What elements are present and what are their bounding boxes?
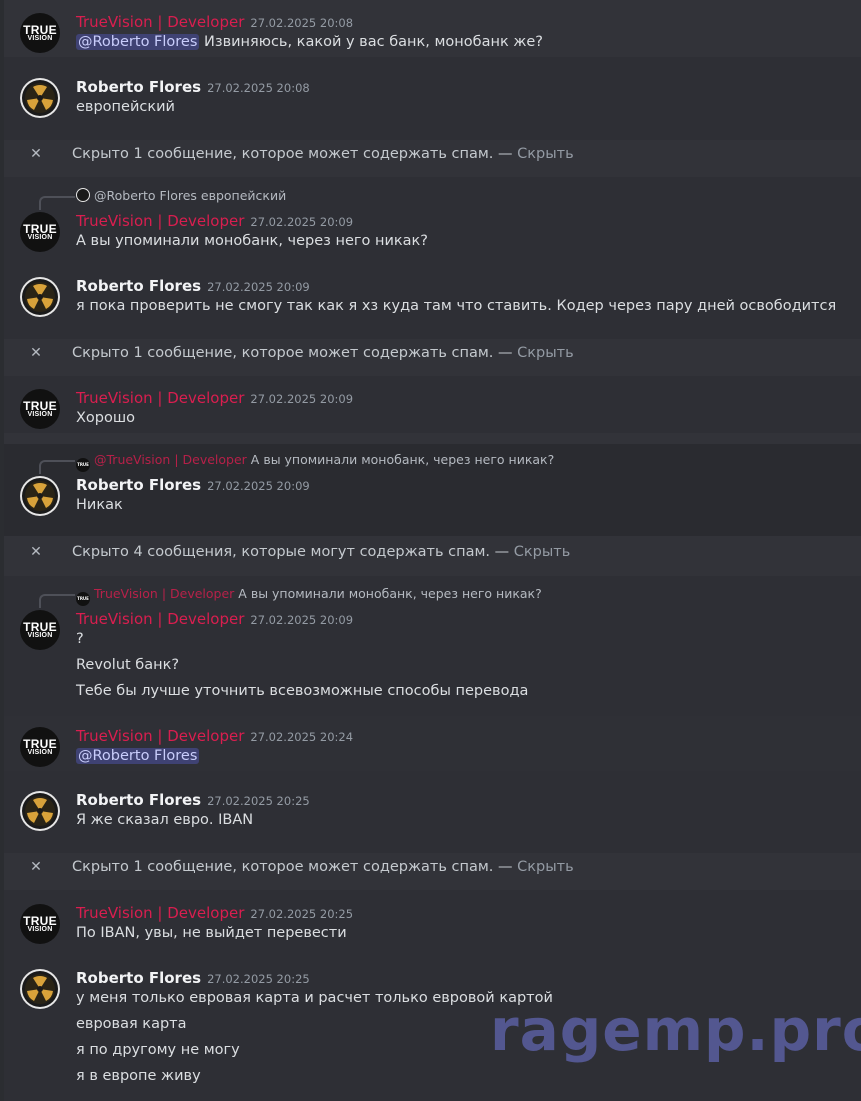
message-header: Roberto Flores 27.02.2025 20:09 (76, 475, 310, 495)
close-icon[interactable]: ✕ (30, 545, 42, 559)
spam-notice: ✕ Скрыто 1 сообщение, которое может соде… (30, 859, 574, 875)
message-header: Roberto Flores 27.02.2025 20:09 (76, 276, 310, 296)
avatar[interactable]: TRUE VISION (20, 212, 60, 252)
message-text: европейский (76, 99, 175, 115)
avatar[interactable]: TRUE VISION (20, 727, 60, 767)
avatar[interactable] (20, 476, 60, 516)
username[interactable]: TrueVision | Developer (76, 389, 244, 407)
username[interactable]: TrueVision | Developer (76, 212, 244, 230)
message-text: ? (76, 631, 84, 647)
username[interactable]: Roberto Flores (76, 476, 201, 494)
message-header: TrueVision | Developer 27.02.2025 20:09 (76, 388, 353, 408)
message-text: @Roberto Flores (76, 748, 200, 764)
username[interactable]: TrueVision | Developer (76, 13, 244, 31)
message-row[interactable]: Roberto Flores 27.02.2025 20:09 я пока пр… (4, 257, 861, 339)
message-header: TrueVision | Developer 27.02.2025 20:08 (76, 12, 353, 32)
timestamp[interactable]: 27.02.2025 20:08 (207, 81, 310, 95)
message-row[interactable]: TRUE VISION TrueVision | Developer 27.02.2… (4, 376, 861, 433)
message-text: Хорошо (76, 410, 136, 426)
message-header: TrueVision | Developer 27.02.2025 20:09 (76, 211, 353, 231)
timestamp[interactable]: 27.02.2025 20:08 (250, 16, 353, 30)
close-icon[interactable]: ✕ (30, 346, 42, 360)
avatar[interactable]: TRUE VISION (20, 610, 60, 650)
message-row[interactable]: Roberto Flores 27.02.2025 20:08 европейск… (4, 57, 861, 140)
spam-notice: ✕ Скрыто 1 сообщение, которое может соде… (30, 345, 574, 361)
timestamp[interactable]: 27.02.2025 20:25 (207, 794, 310, 808)
username[interactable]: Roberto Flores (76, 78, 201, 96)
hide-link[interactable]: Скрыть (514, 544, 571, 560)
message-text: А вы упоминали монобанк, через него ника… (76, 233, 428, 249)
message-row[interactable]: Roberto Flores 27.02.2025 20:25 Я же сказ… (4, 771, 861, 853)
message-row[interactable]: @Roberto Flores европейский TRUE VISION T… (4, 177, 861, 257)
timestamp[interactable]: 27.02.2025 20:25 (250, 907, 353, 921)
timestamp[interactable]: 27.02.2025 20:24 (250, 730, 353, 744)
user-mention[interactable]: @Roberto Flores (76, 748, 200, 764)
hide-link[interactable]: Скрыть (517, 859, 574, 875)
reply-spine (39, 196, 75, 210)
message-text: Тебе бы лучше уточнить всевозможные спос… (76, 683, 529, 699)
avatar[interactable] (20, 969, 60, 1009)
reply-spine (39, 594, 75, 608)
avatar[interactable]: TRUE VISION (20, 389, 60, 429)
timestamp[interactable]: 27.02.2025 20:25 (207, 972, 310, 986)
hide-link[interactable]: Скрыть (517, 146, 574, 162)
user-mention[interactable]: @Roberto Flores (76, 34, 200, 50)
reply-avatar: TRUE (76, 592, 90, 606)
message-row[interactable]: TRUE VISION TrueVision | Developer 27.02.2… (4, 0, 861, 57)
avatar[interactable] (20, 791, 60, 831)
avatar[interactable] (20, 78, 60, 118)
username[interactable]: TrueVision | Developer (76, 727, 244, 745)
watermark: ragemp.pro (490, 996, 861, 1064)
message-row[interactable]: TRUE VISION TrueVision | Developer 27.02.2… (4, 716, 861, 771)
reply-preview[interactable]: @Roberto Flores европейский (39, 188, 286, 210)
message-text: По IBAN, увы, не выйдет перевести (76, 925, 347, 941)
message-header: Roberto Flores 27.02.2025 20:08 (76, 77, 310, 97)
message-text: Revolut банк? (76, 657, 180, 673)
message-row[interactable]: TRUE VISION TrueVision | Developer 27.02.2… (4, 890, 861, 956)
timestamp[interactable]: 27.02.2025 20:09 (250, 392, 353, 406)
spam-notice: ✕ Скрыто 1 сообщение, которое может соде… (30, 146, 574, 162)
hide-link[interactable]: Скрыть (517, 345, 574, 361)
timestamp[interactable]: 27.02.2025 20:09 (250, 613, 353, 627)
reply-avatar (76, 188, 90, 202)
avatar[interactable] (20, 277, 60, 317)
close-icon[interactable]: ✕ (30, 860, 42, 874)
message-text: я пока проверить не смогу так как я хз к… (76, 298, 837, 314)
username[interactable]: TrueVision | Developer (76, 610, 244, 628)
message-header: TrueVision | Developer 27.02.2025 20:09 (76, 609, 353, 629)
timestamp[interactable]: 27.02.2025 20:09 (250, 215, 353, 229)
avatar[interactable]: TRUE VISION (20, 904, 60, 944)
message-text: я в европе живу (76, 1068, 201, 1084)
message-text: Никак (76, 497, 123, 513)
message-header: TrueVision | Developer 27.02.2025 20:25 (76, 903, 353, 923)
username[interactable]: Roberto Flores (76, 791, 201, 809)
message-header: Roberto Flores 27.02.2025 20:25 (76, 790, 310, 810)
message-row[interactable]: TRUE @TrueVision | Developer А вы упомина… (4, 444, 861, 536)
username[interactable]: TrueVision | Developer (76, 904, 244, 922)
message-text: я по другому не могу (76, 1042, 240, 1058)
reply-preview[interactable]: TRUE @TrueVision | Developer А вы упомина… (39, 452, 554, 474)
message-header: TrueVision | Developer 27.02.2025 20:24 (76, 726, 353, 746)
message-row[interactable]: TRUE TrueVision | Developer А вы упоминал… (4, 576, 861, 716)
timestamp[interactable]: 27.02.2025 20:09 (207, 479, 310, 493)
reply-preview[interactable]: TRUE TrueVision | Developer А вы упоминал… (39, 586, 542, 608)
message-text: @Roberto Flores Извиняюсь, какой у вас б… (76, 34, 543, 50)
reply-avatar: TRUE (76, 458, 90, 472)
username[interactable]: Roberto Flores (76, 969, 201, 987)
username[interactable]: Roberto Flores (76, 277, 201, 295)
reply-spine (39, 460, 75, 474)
message-text: евровая карта (76, 1016, 187, 1032)
avatar[interactable]: TRUE VISION (20, 13, 60, 53)
message-text: Я же сказал евро. IBAN (76, 812, 254, 828)
close-icon[interactable]: ✕ (30, 147, 42, 161)
spam-notice: ✕ Скрыто 4 сообщения, которые могут соде… (30, 544, 571, 560)
timestamp[interactable]: 27.02.2025 20:09 (207, 280, 310, 294)
message-header: Roberto Flores 27.02.2025 20:25 (76, 968, 310, 988)
message-text: у меня только евровая карта и расчет тол… (76, 990, 553, 1006)
